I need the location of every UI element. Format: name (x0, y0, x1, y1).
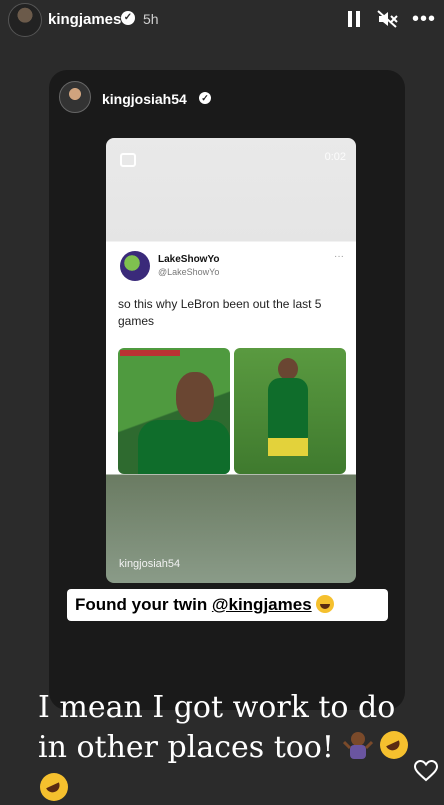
heart-icon[interactable] (414, 760, 438, 782)
tweet-text: so this why LeBron been out the last 5 g… (118, 297, 322, 328)
reel-preview[interactable]: 0:02 LakeShowYo @LakeShowYo ··· so this … (106, 138, 356, 583)
reel-duration: 0:02 (324, 151, 346, 163)
verified-badge-icon: ✓ (199, 92, 211, 104)
reel-icon (120, 153, 136, 167)
rofl-emoji-icon (380, 731, 408, 759)
tweet-image-player-closeup (118, 348, 230, 474)
tweet-image-player-running (234, 348, 346, 474)
face-with-tears-of-joy-icon (315, 595, 334, 613)
shared-post-avatar[interactable] (59, 81, 91, 113)
reel-watermark: kingjosiah54 (119, 558, 181, 570)
post-time: 5h (143, 11, 159, 27)
mention-link[interactable]: @kingjames (212, 595, 312, 614)
tweet-author-handle: @LakeShowYo (158, 267, 220, 277)
verified-badge-icon: ✓ (121, 11, 135, 25)
shared-post-username[interactable]: kingjosiah54 (102, 91, 187, 107)
caption-sticker: Found your twin @kingjames (67, 589, 388, 621)
mute-icon[interactable] (376, 9, 398, 29)
tweet-avatar (120, 251, 150, 281)
tweet-more-icon: ··· (334, 251, 344, 262)
caption-text: Found your twin (75, 595, 212, 614)
pause-icon[interactable] (347, 11, 361, 27)
more-options-icon[interactable]: ••• (412, 9, 438, 29)
tweet-author-name: LakeShowYo (158, 254, 220, 265)
shrug-emoji-icon (343, 732, 373, 759)
profile-avatar[interactable] (8, 3, 42, 37)
rofl-emoji-icon (40, 773, 68, 801)
profile-username[interactable]: kingjames (48, 11, 121, 28)
story-header: kingjames ✓ 5h ••• (0, 0, 444, 40)
